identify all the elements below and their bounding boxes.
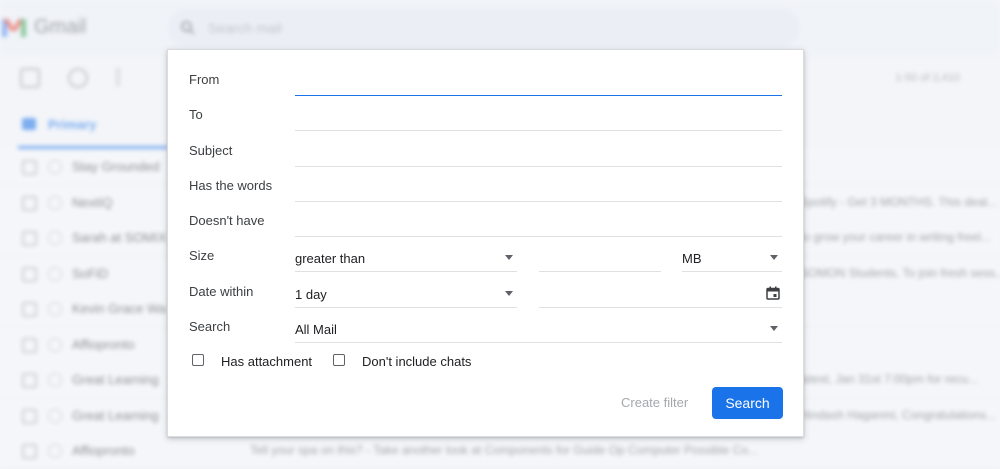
tab-primary[interactable]: Primary bbox=[18, 110, 168, 149]
row-checkbox[interactable] bbox=[22, 337, 37, 353]
date-within-select[interactable]: 1 day bbox=[295, 278, 517, 308]
star-icon[interactable] bbox=[48, 444, 62, 458]
row-checkbox[interactable] bbox=[22, 444, 37, 459]
calendar-icon[interactable] bbox=[766, 286, 780, 300]
to-input[interactable] bbox=[295, 101, 782, 131]
advanced-search-panel: From To Subject Has the words Doesn't ha… bbox=[167, 49, 804, 437]
row-checkbox[interactable] bbox=[22, 302, 37, 317]
select-all-checkbox[interactable] bbox=[20, 68, 40, 88]
row-sender: Affiopronto bbox=[72, 443, 135, 458]
chevron-down-icon bbox=[770, 326, 778, 331]
size-row: Size greater than MB bbox=[168, 238, 803, 273]
doesnt-have-input[interactable] bbox=[295, 207, 782, 237]
subject-row: Subject bbox=[168, 133, 803, 168]
search-button[interactable]: Search bbox=[712, 387, 783, 419]
row-snippet: Spotify - Get 3 MONTHS. This deal... bbox=[800, 194, 998, 209]
star-icon[interactable] bbox=[48, 337, 62, 352]
search-scope-row: Search All Mail bbox=[168, 309, 803, 344]
star-icon[interactable] bbox=[48, 266, 62, 281]
table-row[interactable]: Affiopronto Tell your spa on this? - Take… bbox=[0, 433, 1000, 469]
row-checkbox[interactable] bbox=[22, 266, 37, 282]
has-words-label: Has the words bbox=[189, 178, 273, 193]
from-row: From bbox=[168, 62, 803, 97]
has-attachment-checkbox[interactable] bbox=[192, 354, 204, 366]
from-input[interactable] bbox=[295, 66, 782, 96]
row-snippet: latest, Jan 31st 7:00pm for recu... bbox=[800, 372, 979, 386]
search-scope-label: Search bbox=[189, 319, 231, 334]
dont-include-chats-checkbox[interactable] bbox=[333, 354, 345, 366]
chevron-down-icon bbox=[505, 255, 513, 260]
chevron-down-icon bbox=[770, 255, 778, 260]
has-words-input[interactable] bbox=[295, 172, 782, 202]
star-icon[interactable] bbox=[48, 195, 62, 210]
row-snippet: SOMON Students, To join fresh sess... bbox=[800, 265, 1000, 280]
row-sender: Sarah at SOMIX bbox=[72, 230, 167, 245]
row-sender: Affiopronto bbox=[72, 336, 135, 352]
row-checkbox[interactable] bbox=[22, 195, 37, 211]
create-filter-button[interactable]: Create filter bbox=[621, 395, 688, 410]
row-checkbox[interactable] bbox=[22, 160, 37, 175]
star-icon[interactable] bbox=[48, 408, 62, 423]
subject-input[interactable] bbox=[295, 137, 782, 167]
row-snippet: Hindash Haganmi, Congratulations... bbox=[800, 407, 997, 422]
search-icon bbox=[181, 21, 195, 35]
row-snippet: Tell your spa on this? - Take another lo… bbox=[250, 443, 759, 457]
mail-search-bar[interactable]: Search mail bbox=[168, 8, 800, 48]
mail-toolbar bbox=[20, 68, 120, 88]
row-checkbox[interactable] bbox=[22, 408, 37, 424]
gmail-brand: Gmail bbox=[34, 16, 87, 38]
to-row: To bbox=[168, 97, 803, 132]
row-sender: NextIQ bbox=[72, 194, 113, 210]
doesnt-have-label: Doesn't have bbox=[189, 213, 265, 228]
row-sender: Kevin Grace Wa bbox=[72, 301, 167, 316]
row-sender: Stay Grounded bbox=[72, 159, 160, 174]
search-placeholder: Search mail bbox=[208, 20, 282, 36]
row-sender: Great Learning bbox=[72, 372, 159, 387]
size-unit-select[interactable]: MB bbox=[682, 242, 782, 272]
refresh-icon[interactable] bbox=[68, 68, 88, 88]
star-icon[interactable] bbox=[48, 160, 62, 174]
row-sender: SoFiD bbox=[72, 265, 109, 281]
row-checkbox[interactable] bbox=[22, 231, 37, 246]
chevron-down-icon bbox=[505, 291, 513, 296]
size-operator-select[interactable]: greater than bbox=[295, 242, 517, 272]
row-snippet: to grow your career in writing freel... bbox=[800, 230, 991, 244]
row-sender: Great Learning bbox=[72, 407, 159, 423]
checkbox-row: Has attachment Don't include chats bbox=[168, 349, 803, 373]
date-within-row: Date within 1 day bbox=[168, 274, 803, 309]
date-within-label: Date within bbox=[189, 284, 254, 299]
star-icon[interactable] bbox=[48, 373, 62, 387]
subject-label: Subject bbox=[189, 143, 233, 158]
row-checkbox[interactable] bbox=[22, 373, 37, 388]
has-words-row: Has the words bbox=[168, 168, 803, 203]
star-icon[interactable] bbox=[48, 302, 62, 316]
date-input[interactable] bbox=[539, 278, 782, 308]
size-value-input[interactable] bbox=[539, 242, 661, 272]
size-label: Size bbox=[189, 248, 215, 263]
to-label: To bbox=[189, 107, 203, 122]
gmail-m-icon bbox=[2, 18, 26, 37]
pager-text: 1-50 of 2,410 bbox=[895, 72, 960, 84]
doesnt-have-row: Doesn't have bbox=[168, 203, 803, 238]
inbox-icon bbox=[22, 118, 36, 130]
has-attachment-label: Has attachment bbox=[221, 354, 313, 369]
more-options-icon[interactable] bbox=[116, 68, 120, 86]
gmail-logo: Gmail bbox=[2, 16, 86, 39]
search-scope-select[interactable]: All Mail bbox=[295, 313, 782, 343]
dont-include-chats-label: Don't include chats bbox=[362, 354, 472, 369]
star-icon[interactable] bbox=[48, 231, 62, 245]
from-label: From bbox=[189, 72, 220, 87]
